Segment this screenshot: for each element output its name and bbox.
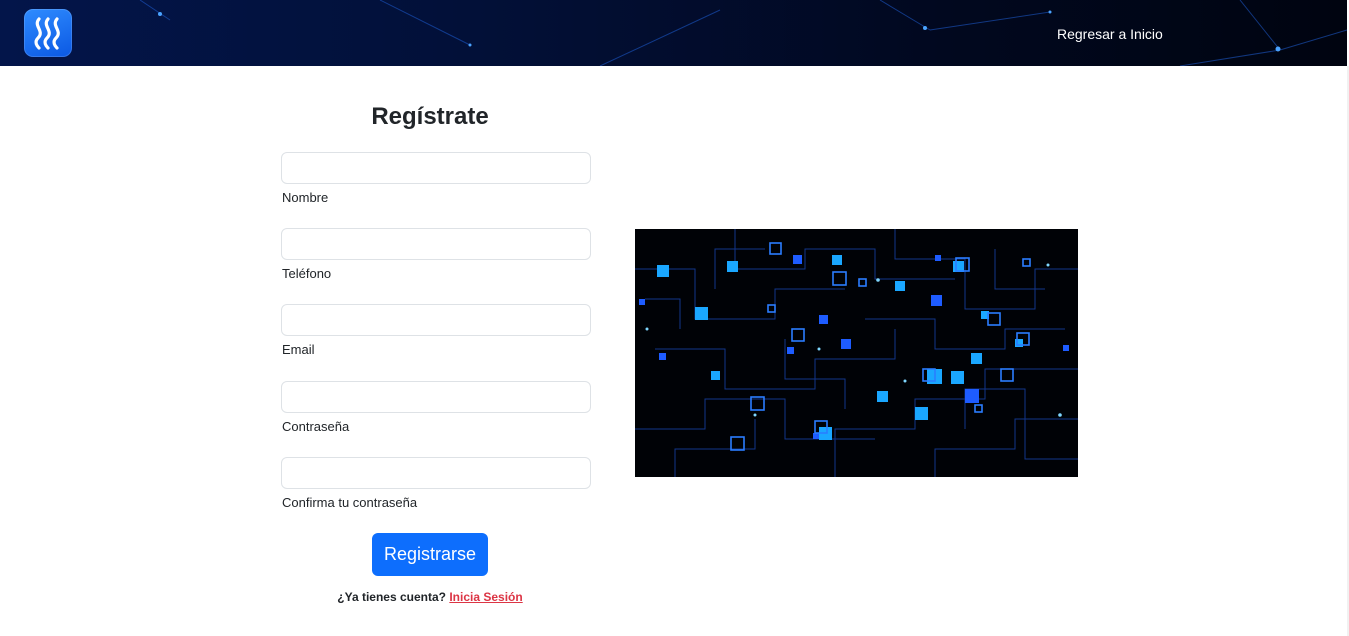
confirm-password-input[interactable] xyxy=(281,457,591,489)
navbar: Regresar a Inicio xyxy=(0,0,1347,66)
login-prompt-text: ¿Ya tienes cuenta? xyxy=(337,590,446,604)
circuit-network-image xyxy=(635,229,1078,477)
name-input[interactable] xyxy=(281,152,591,184)
register-button[interactable]: Registrarse xyxy=(372,533,488,576)
logo-waves-svg xyxy=(34,17,60,50)
name-label: Nombre xyxy=(282,190,329,205)
home-link[interactable]: Regresar a Inicio xyxy=(1057,25,1163,43)
password-input[interactable] xyxy=(281,381,591,413)
email-input[interactable] xyxy=(281,304,591,336)
circuit-network-svg xyxy=(635,229,1078,477)
confirm-password-label: Confirma tu contraseña xyxy=(282,495,418,510)
page-title: Regístrate xyxy=(371,103,489,130)
phone-input[interactable] xyxy=(281,228,591,260)
wave-logo-icon[interactable] xyxy=(24,9,72,57)
login-prompt: ¿Ya tienes cuenta? Inicia Sesión xyxy=(282,589,578,605)
phone-label: Teléfono xyxy=(282,266,332,281)
password-label: Contraseña xyxy=(282,419,350,434)
login-link[interactable]: Inicia Sesión xyxy=(449,590,522,604)
email-label: Email xyxy=(282,342,315,357)
